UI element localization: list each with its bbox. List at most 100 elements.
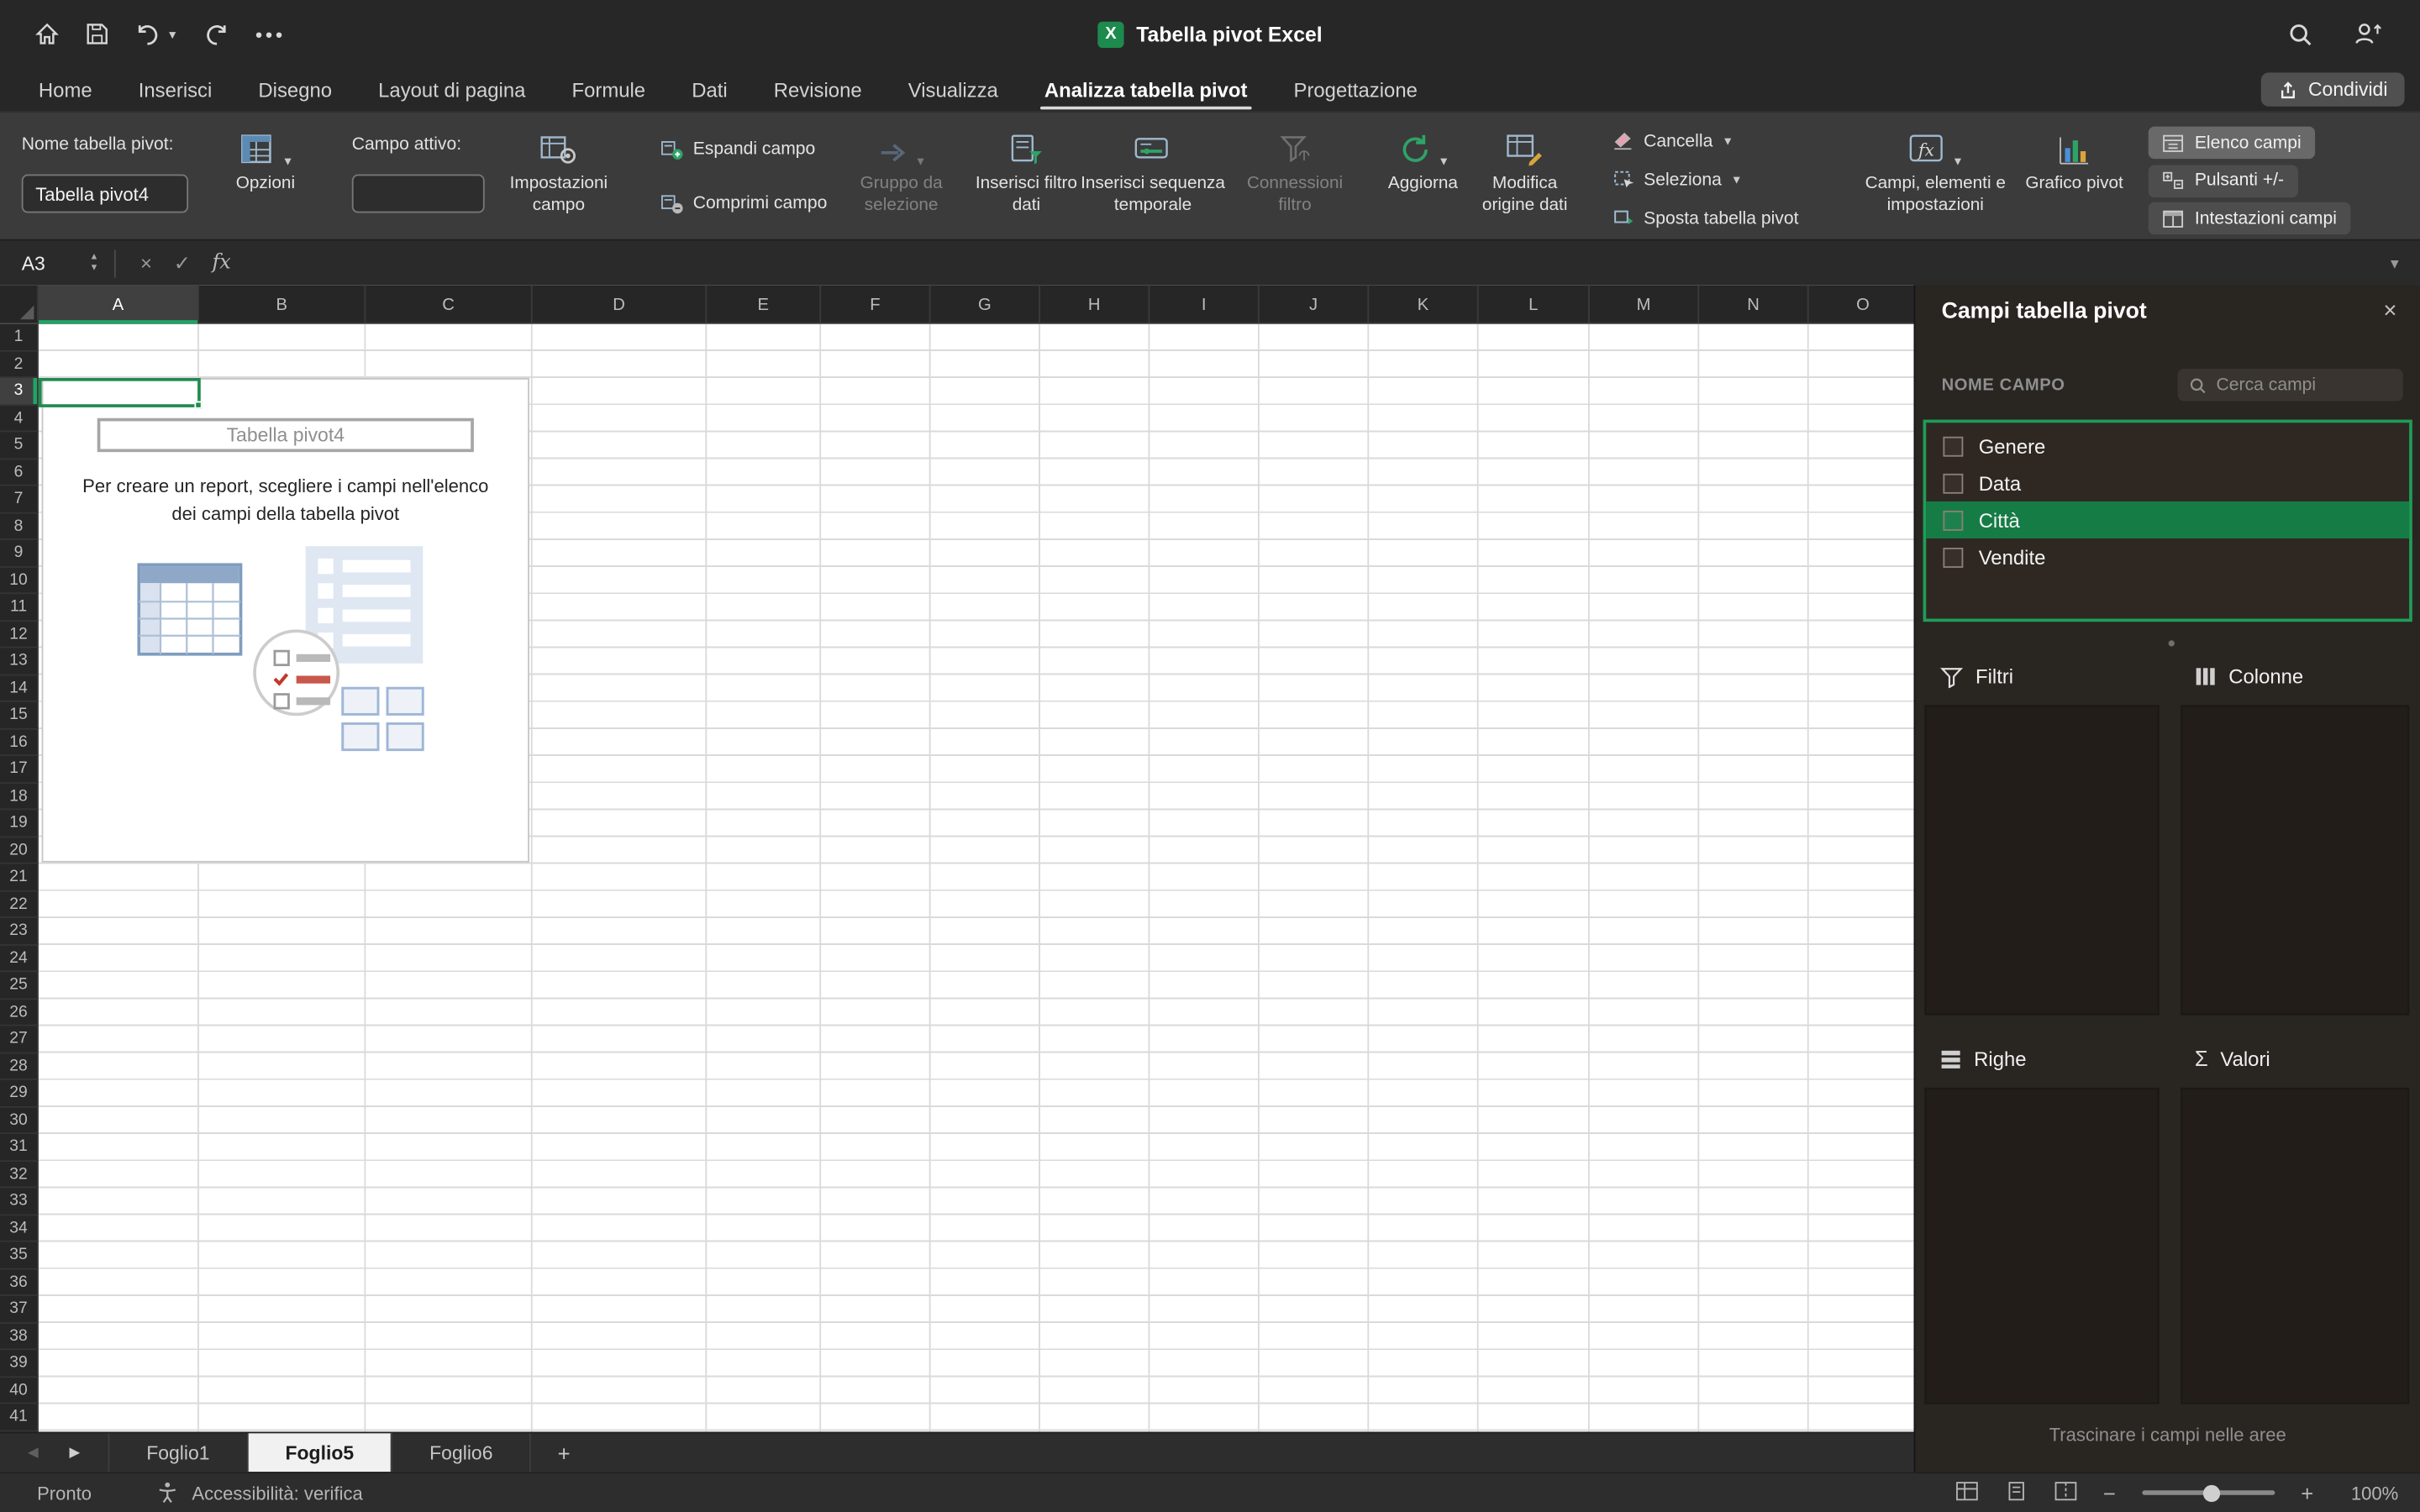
row-header-11[interactable]: 11 [0,594,38,622]
field-checkbox[interactable] [1943,435,1964,456]
row-header-1[interactable]: 1 [0,324,38,351]
pane-resize-dot[interactable] [2167,640,2175,647]
row-header-29[interactable]: 29 [0,1080,38,1107]
ribbon-tab-disegno[interactable]: Disegno [235,68,355,111]
row-header-32[interactable]: 32 [0,1161,38,1189]
save-icon[interactable] [85,22,109,46]
sheet-nav-right-icon[interactable]: ▶ [70,1444,81,1461]
options-button[interactable]: ▼ Opzioni [213,127,318,196]
name-box-stepper[interactable]: ▲ ▼ [90,253,99,273]
row-header-16[interactable]: 16 [0,729,38,756]
home-icon[interactable] [34,22,60,46]
account-icon[interactable] [2354,22,2383,46]
column-header-g[interactable]: G [931,285,1040,324]
column-header-k[interactable]: K [1369,285,1479,324]
row-header-34[interactable]: 34 [0,1215,38,1242]
rows-dropzone[interactable] [1924,1087,2160,1404]
active-field-input[interactable] [351,174,485,213]
row-header-24[interactable]: 24 [0,945,38,973]
field-item-genere[interactable]: Genere [1926,428,2409,465]
field-checkbox[interactable] [1943,547,1964,567]
row-header-39[interactable]: 39 [0,1350,38,1378]
sheet-tab-foglio5[interactable]: Foglio5 [248,1433,393,1473]
column-header-b[interactable]: B [199,285,366,324]
field-list-toggle[interactable]: Elenco campi [2148,126,2316,160]
undo-dropdown-icon[interactable]: ▼ [166,27,178,41]
row-header-5[interactable]: 5 [0,432,38,459]
row-header-40[interactable]: 40 [0,1377,38,1404]
insert-timeline-button[interactable]: Inserisci sequenza temporale [1081,127,1226,218]
undo-button[interactable]: ▼ [134,22,178,46]
row-header-10[interactable]: 10 [0,567,38,595]
insert-function-icon[interactable]: fx [212,251,230,275]
ribbon-tab-formule[interactable]: Formule [549,68,669,111]
field-item-vendite[interactable]: Vendite [1926,538,2409,575]
row-header-38[interactable]: 38 [0,1323,38,1351]
column-header-a[interactable]: A [38,285,199,324]
row-header-25[interactable]: 25 [0,972,38,1000]
column-header-m[interactable]: M [1590,285,1700,324]
row-header-22[interactable]: 22 [0,891,38,918]
column-header-n[interactable]: N [1699,285,1809,324]
ribbon-tab-dati[interactable]: Dati [669,68,751,111]
select-button[interactable]: Seleziona ▼ [1612,170,1743,190]
ribbon-tab-revisione[interactable]: Revisione [750,68,885,111]
fields-items-sets-button[interactable]: fx ▼ Campi, elementi e impostazioni [1855,127,2016,218]
column-header-c[interactable]: C [366,285,533,324]
column-header-e[interactable]: E [707,285,822,324]
row-header-7[interactable]: 7 [0,486,38,513]
row-header-27[interactable]: 27 [0,1026,38,1053]
grid-cells[interactable]: Tabella pivot4 Per creare un report, sce… [38,323,1914,1432]
row-header-28[interactable]: 28 [0,1053,38,1080]
close-pane-icon[interactable]: × [2383,297,2396,323]
pivot-chart-button[interactable]: Grafico pivot [2025,127,2124,196]
page-layout-view-icon[interactable] [2004,1480,2028,1504]
column-header-d[interactable]: D [533,285,708,324]
pivot-name-input[interactable] [21,174,189,213]
ribbon-tab-progettazione[interactable]: Progettazione [1270,68,1440,111]
row-header-15[interactable]: 15 [0,702,38,729]
row-header-30[interactable]: 30 [0,1107,38,1134]
row-header-36[interactable]: 36 [0,1269,38,1296]
expand-field-button[interactable]: Espandi campo [660,139,815,160]
row-header-26[interactable]: 26 [0,999,38,1026]
row-header-19[interactable]: 19 [0,810,38,837]
sheet-nav-left-icon[interactable]: ◀ [28,1444,39,1461]
ribbon-tab-analizza-tabella-pivot[interactable]: Analizza tabella pivot [1021,68,1270,111]
row-header-41[interactable]: 41 [0,1404,38,1431]
row-header-9[interactable]: 9 [0,540,38,567]
row-header-3[interactable]: 3 [0,378,38,406]
row-header-23[interactable]: 23 [0,918,38,945]
row-header-21[interactable]: 21 [0,864,38,891]
row-header-35[interactable]: 35 [0,1242,38,1269]
sheet-tab-foglio6[interactable]: Foglio6 [392,1433,532,1473]
field-headers-toggle[interactable]: Intestazioni campi [2148,202,2351,235]
row-header-12[interactable]: 12 [0,621,38,648]
expand-formula-bar-icon[interactable]: ▼ [2388,255,2420,270]
row-header-20[interactable]: 20 [0,837,38,864]
selected-cell[interactable] [38,378,203,409]
values-dropzone[interactable] [2181,1087,2410,1404]
column-header-f[interactable]: F [821,285,931,324]
field-item-data[interactable]: Data [1926,465,2409,501]
field-checkbox[interactable] [1943,472,1964,493]
more-commands-icon[interactable]: ••• [255,23,286,46]
enter-entry-icon[interactable]: ✓ [174,250,191,275]
ribbon-tab-layout-di-pagina[interactable]: Layout di pagina [355,68,549,111]
row-header-4[interactable]: 4 [0,405,38,433]
row-header-31[interactable]: 31 [0,1134,38,1162]
zoom-level[interactable]: 100% [2339,1482,2398,1504]
field-settings-button[interactable]: Impostazioni campo [494,127,623,218]
ribbon-tab-inserisci[interactable]: Inserisci [115,68,235,111]
clear-button[interactable]: Cancella ▼ [1612,131,1733,151]
field-checkbox[interactable] [1943,510,1964,530]
zoom-slider[interactable] [2142,1483,2275,1502]
refresh-button[interactable]: ▼ Aggiorna [1372,127,1474,196]
share-button[interactable]: Condividi [2260,72,2405,107]
name-box[interactable]: A3 [0,252,90,274]
add-sheet-button[interactable]: + [531,1433,596,1472]
search-icon[interactable] [2287,21,2313,47]
redo-icon[interactable] [203,22,230,46]
row-header-2[interactable]: 2 [0,351,38,378]
column-header-j[interactable]: J [1260,285,1370,324]
